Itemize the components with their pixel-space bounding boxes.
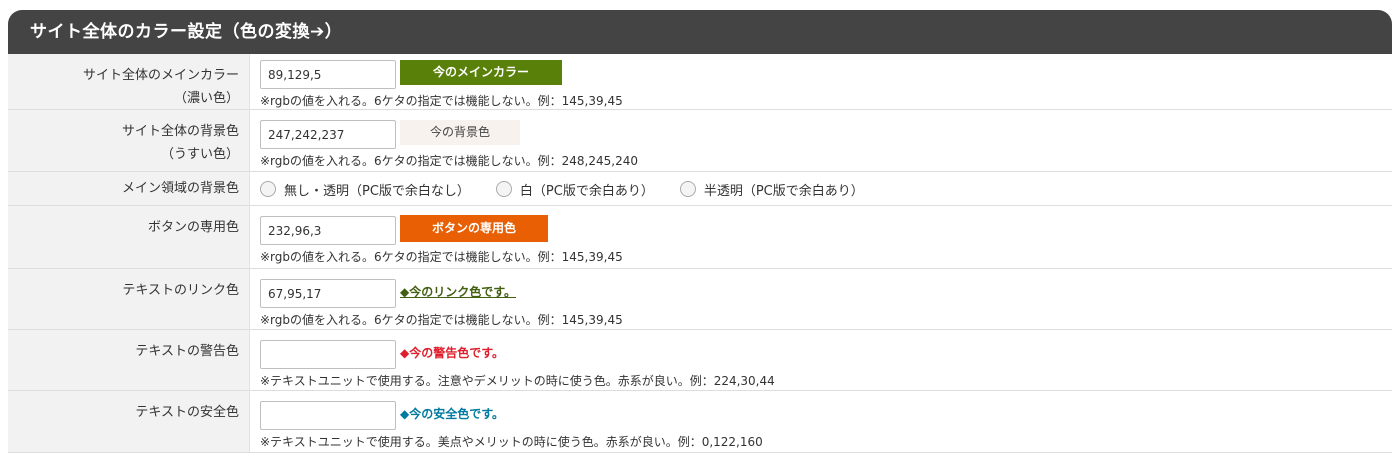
radio-option-none[interactable]: 無し・透明（PC版で余白なし）: [260, 180, 470, 199]
link-color-note: ※rgbの値を入れる。6ケタの指定では機能しない。例：145,39,45: [260, 313, 623, 327]
safe-color-input[interactable]: [260, 400, 396, 430]
main-color-label-line2: （濃い色）: [173, 91, 239, 106]
warning-color-row: テキストの警告色 ◆今の警告色です。 ※テキストユニットで使用する。注意やデメリ…: [8, 330, 1392, 391]
radio-label-white: 白（PC版で余白あり）: [519, 183, 654, 199]
radio-label-translucent: 半透明（PC版で余白あり）: [703, 183, 864, 199]
main-color-row: サイト全体のメインカラー （濃い色） 89,129,5 今のメインカラー ※rg…: [8, 54, 1392, 110]
bg-color-label-line1: サイト全体の背景色: [121, 124, 239, 139]
radio-button-icon[interactable]: [495, 181, 512, 197]
button-color-label: ボタンの専用色: [8, 206, 250, 268]
bg-color-note: ※rgbの値を入れる。6ケタの指定では機能しない。例：248,245,240: [260, 154, 638, 168]
safe-color-row: テキストの安全色 ◆今の安全色です。 ※テキストユニットで使用する。美点やメリッ…: [8, 391, 1392, 453]
safe-color-label: テキストの安全色: [8, 391, 250, 452]
main-color-label: サイト全体のメインカラー （濃い色）: [8, 54, 250, 109]
safe-color-sample: ◆今の安全色です。: [400, 406, 505, 421]
bg-color-input[interactable]: 247,242,237: [260, 119, 396, 149]
bg-color-label-line2: （うすい色）: [160, 147, 239, 162]
button-color-swatch: ボタンの専用色: [400, 214, 548, 242]
main-color-label-line1: サイト全体のメインカラー: [82, 68, 239, 83]
main-color-input[interactable]: 89,129,5: [260, 59, 396, 89]
warning-color-label: テキストの警告色: [8, 330, 250, 390]
radio-button-icon[interactable]: [679, 181, 696, 197]
main-color-swatch: 今のメインカラー: [400, 59, 562, 85]
warning-color-sample: ◆今の警告色です。: [400, 345, 505, 360]
main-area-bg-radio-group: 無し・透明（PC版で余白なし） 白（PC版で余白あり） 半透明（PC版で余白あり…: [260, 172, 1392, 206]
panel-title: サイト全体のカラー設定（色の変換➔）: [8, 10, 1392, 54]
radio-button-icon[interactable]: [260, 181, 276, 197]
main-color-note: ※rgbの値を入れる。6ケタの指定では機能しない。例：145,39,45: [260, 94, 623, 108]
radio-option-white[interactable]: 白（PC版で余白あり）: [495, 180, 654, 199]
link-color-label: テキストのリンク色: [8, 269, 250, 329]
button-color-row: ボタンの専用色 232,96,3 ボタンの専用色 ※rgbの値を入れる。6ケタの…: [8, 206, 1392, 269]
main-area-bg-label: メイン領域の背景色: [8, 172, 250, 205]
color-settings-panel: サイト全体のカラー設定（色の変換➔） サイト全体のメインカラー （濃い色） 89…: [8, 10, 1392, 463]
bg-color-row: サイト全体の背景色 （うすい色） 247,242,237 今の背景色 ※rgbの…: [8, 110, 1392, 172]
radio-option-translucent[interactable]: 半透明（PC版で余白あり）: [679, 180, 864, 199]
warning-color-note: ※テキストユニットで使用する。注意やデメリットの時に使う色。赤系が良い。例：22…: [260, 374, 775, 388]
link-color-row: テキストのリンク色 67,95,17 ◆今のリンク色です。 ※rgbの値を入れる…: [8, 269, 1392, 330]
button-color-input[interactable]: 232,96,3: [260, 215, 396, 245]
button-color-note: ※rgbの値を入れる。6ケタの指定では機能しない。例：145,39,45: [260, 250, 623, 264]
link-color-sample[interactable]: ◆今のリンク色です。: [400, 283, 516, 300]
bg-color-label: サイト全体の背景色 （うすい色）: [8, 110, 250, 171]
main-area-bg-row: メイン領域の背景色 無し・透明（PC版で余白なし） 白（PC版で余白あり） 半透…: [8, 172, 1392, 206]
bg-color-swatch: 今の背景色: [400, 119, 520, 145]
warning-color-input[interactable]: [260, 339, 396, 369]
link-color-input[interactable]: 67,95,17: [260, 278, 396, 308]
safe-color-note: ※テキストユニットで使用する。美点やメリットの時に使う色。赤系が良い。例：0,1…: [260, 435, 763, 449]
radio-label-none: 無し・透明（PC版で余白なし）: [284, 183, 470, 199]
